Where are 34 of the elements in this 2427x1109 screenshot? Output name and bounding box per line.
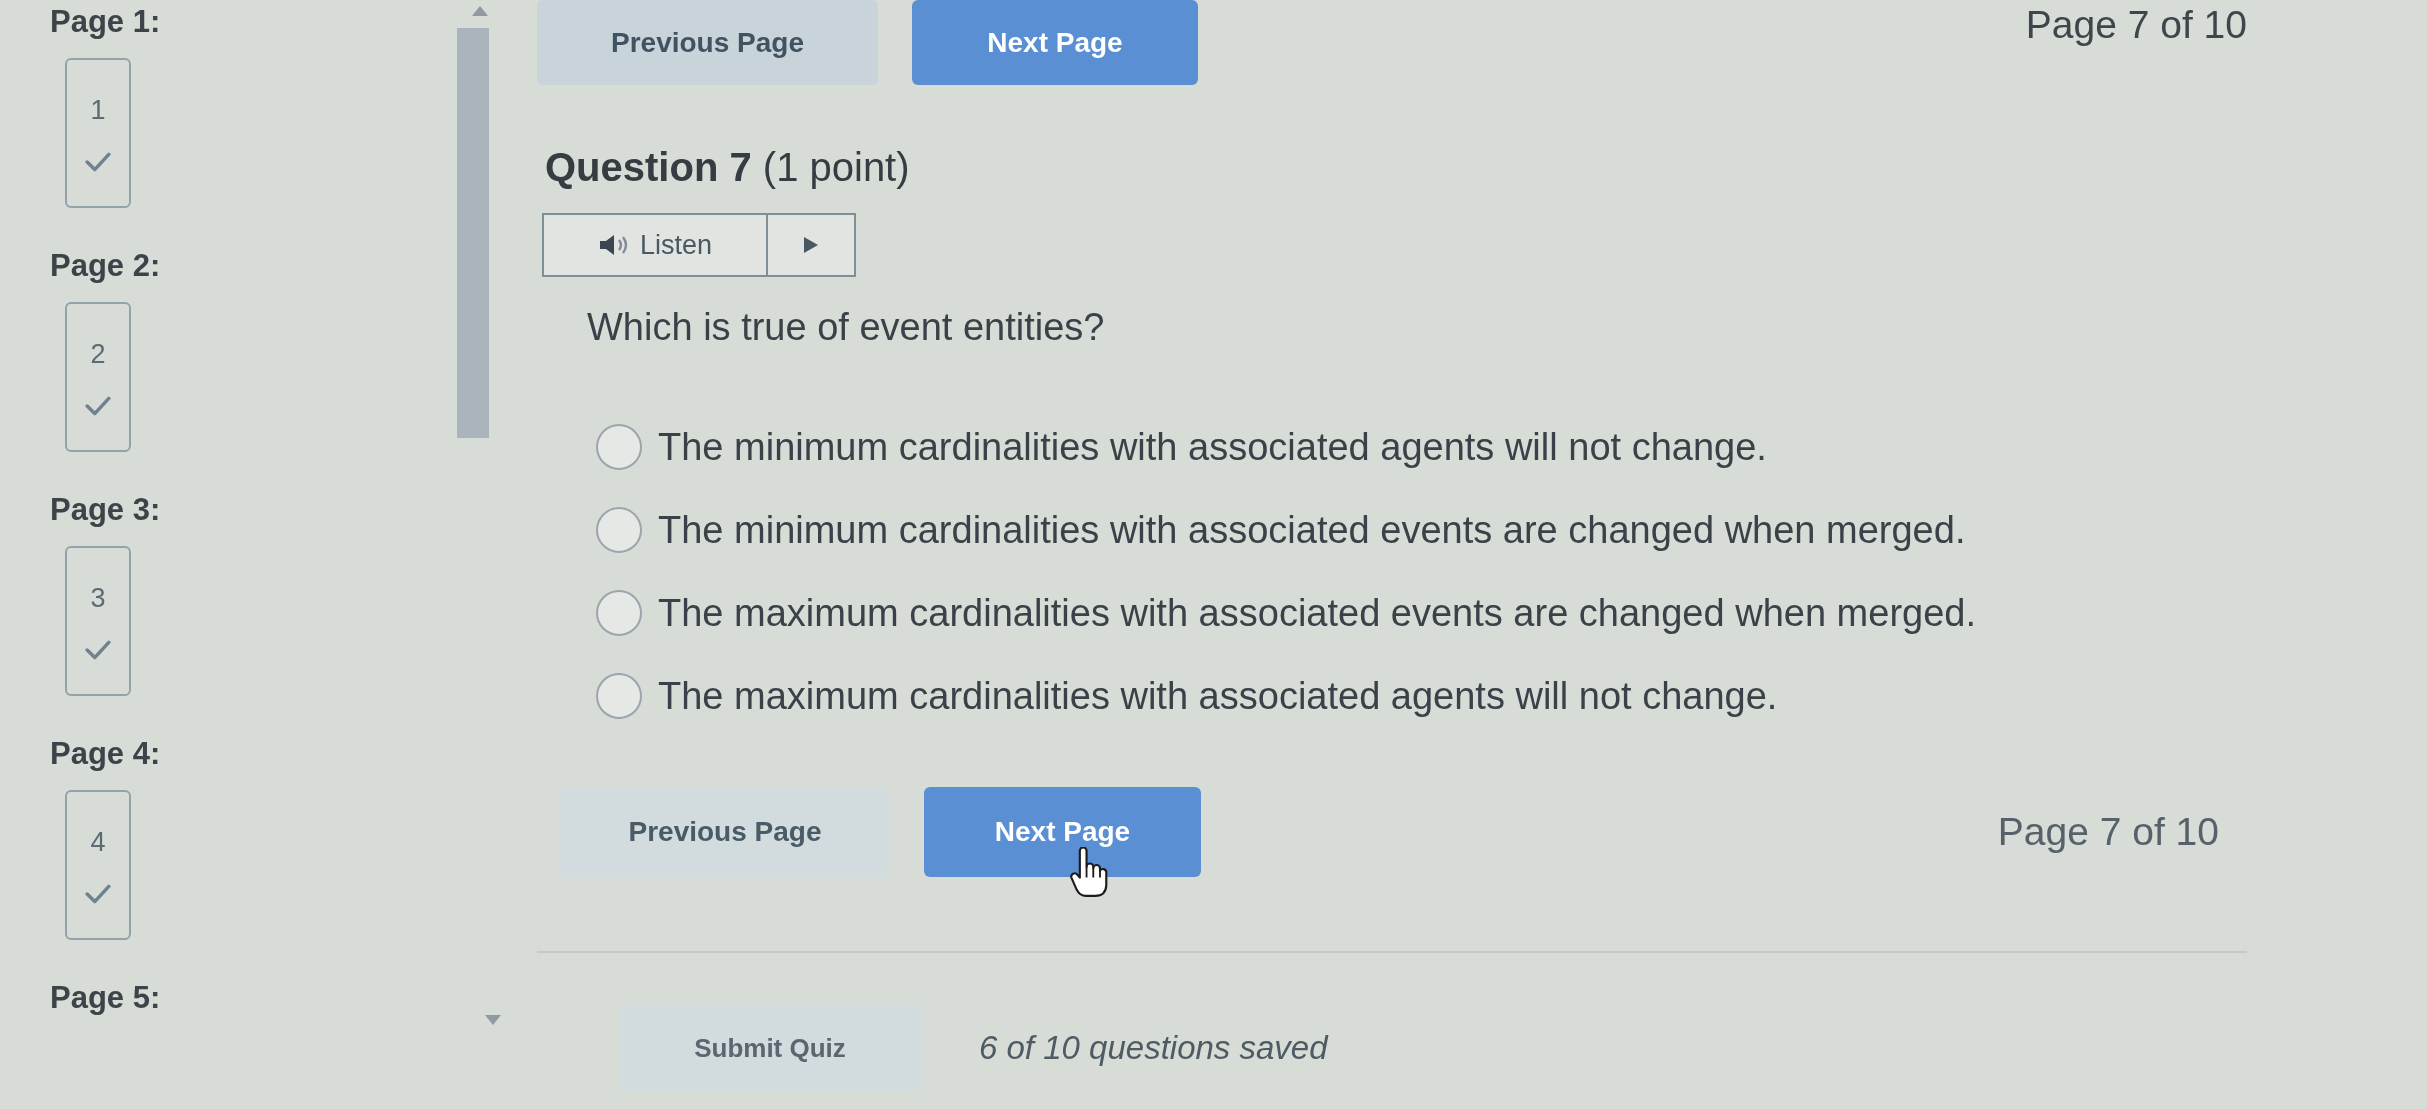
radio-button[interactable] (596, 423, 642, 470)
scroll-down-icon[interactable] (484, 1015, 501, 1025)
submit-quiz-button[interactable]: Submit Quiz (619, 1005, 921, 1091)
play-icon (804, 237, 818, 253)
scrollbar-thumb[interactable] (456, 28, 489, 438)
question-link[interactable]: 3 (65, 546, 131, 696)
page-label: Page 5: (50, 979, 161, 1017)
question-title: Question 7 (1 point) (545, 144, 911, 191)
scroll-up-icon[interactable] (471, 6, 488, 16)
previous-page-button[interactable]: Previous Page (537, 0, 878, 85)
page-label: Page 3: (50, 491, 161, 529)
radio-button[interactable] (596, 589, 642, 636)
page-label: Page 1: (50, 3, 161, 41)
play-button[interactable] (768, 213, 856, 277)
listen-button[interactable]: Listen (542, 213, 768, 277)
radio-button[interactable] (596, 672, 642, 719)
page-indicator: Page 7 of 10 (2025, 2, 2247, 48)
radio-button[interactable] (596, 506, 642, 553)
option-text: The maximum cardinalities with associated events are changed when merged. (658, 590, 1976, 636)
next-page-button[interactable]: Next Page (924, 787, 1201, 877)
page-label: Page 4: (50, 735, 161, 773)
option-text: The maximum cardinalities with associated agents will not change. (658, 673, 1778, 719)
save-status: 6 of 10 questions saved (979, 1029, 1328, 1067)
option-text: The minimum cardinalities with associated events are changed when merged. (658, 507, 1966, 553)
page-indicator: Page 7 of 10 (1997, 810, 2219, 854)
next-page-button[interactable]: Next Page (912, 0, 1198, 85)
question-link[interactable]: 4 (65, 790, 131, 940)
hand-pointer-icon (1069, 847, 1109, 899)
previous-page-button[interactable]: Previous Page (560, 787, 890, 877)
question-prompt: Which is true of event entities? (587, 305, 1106, 350)
question-link[interactable]: 1 (65, 58, 131, 208)
question-link[interactable]: 2 (65, 302, 131, 452)
page-label: Page 2: (50, 247, 161, 285)
option-text: The minimum cardinalities with associated agents will not change. (658, 424, 1767, 470)
